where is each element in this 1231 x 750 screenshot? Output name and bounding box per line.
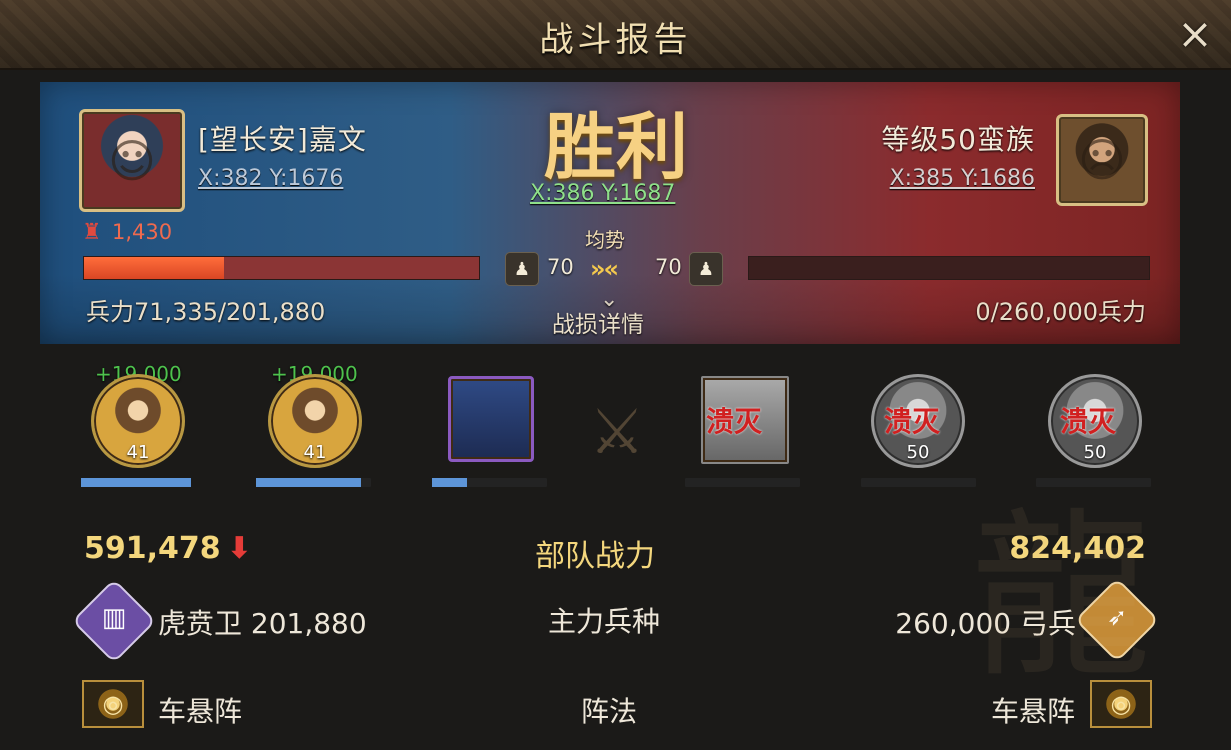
player-unit-value: 70 (547, 255, 574, 279)
player-formation: 车悬阵 (158, 695, 243, 728)
tiger-guard-icon: ▥ (71, 578, 157, 664)
page-title: 战斗报告 (539, 20, 692, 60)
battle-coordinates[interactable]: X:386 Y:1687 (530, 181, 675, 206)
formation-icon-left: ◎ (82, 680, 144, 728)
enemy-name[interactable]: 等级50蛮族 (881, 118, 1035, 158)
chevron-down-icon: ⌄ (600, 287, 619, 312)
player-portrait[interactable]: ☺ (79, 109, 185, 212)
unit-bar-3 (432, 478, 547, 487)
unit-bar-1 (81, 478, 191, 487)
unit-bar-1-fill (81, 478, 191, 487)
enemy-troop-bar (748, 256, 1150, 280)
battle-details-link[interactable]: ⌄ 战损详情 (552, 287, 644, 339)
close-icon[interactable]: × (1173, 12, 1217, 56)
dragon-decoration-icon: 龍 (971, 493, 1152, 702)
tiger-guard-symbol-icon: ▥ (101, 603, 127, 634)
unit-bar-3-fill (432, 478, 467, 487)
player-face-icon: ☺ (108, 133, 156, 188)
unit-bar-2 (256, 478, 371, 487)
player-coordinates[interactable]: X:382 Y:1676 (198, 166, 343, 191)
player-power: 591,478 ⬇ (84, 531, 252, 566)
battle-details-label: 战损详情 (552, 312, 644, 338)
enemy-unit-value: 70 (655, 255, 682, 279)
unit-bar-5 (861, 478, 976, 487)
power-label: 部队战力 (535, 539, 655, 574)
trend-arrows-icon: »« (590, 255, 619, 283)
player-troops: 兵力71,335/201,880 (86, 298, 326, 326)
battle-trend: 均势 (585, 228, 625, 252)
hero-unit-2[interactable]: 41 (268, 374, 362, 468)
crossed-swords-icon: ⚔ (589, 394, 645, 468)
enemy-unit-icon: ♟ (689, 252, 723, 286)
soldier-loss-icon: ♜ (82, 220, 102, 245)
enemy-unit-2-ko: 溃灭 (884, 405, 941, 438)
unit-bar-2-fill (256, 478, 361, 487)
player-main-troop: 虎贲卫 201,880 (158, 607, 367, 640)
unit-level-2: 41 (303, 442, 327, 463)
enemy-portrait[interactable]: ☹ (1056, 114, 1148, 206)
player-power-value: 591,478 (84, 531, 221, 566)
title-bar: 战斗报告 × (0, 0, 1231, 70)
unit-bar-4 (685, 478, 800, 487)
enemy-face-icon: ☹ (1078, 133, 1126, 187)
main-troop-label: 主力兵种 (548, 605, 661, 638)
enemy-unit-1-ko: 溃灭 (706, 405, 763, 438)
hero-unit-1[interactable]: 41 (91, 374, 185, 468)
victory-title: 胜利 (543, 104, 688, 189)
player-name[interactable]: [望长安]嘉文 (198, 118, 367, 158)
player-unit-icon: ♟ (505, 252, 539, 286)
player-troop-bar (83, 256, 480, 280)
player-losses-value: 1,430 (112, 220, 173, 244)
enemy-unit-3-ko: 溃灭 (1060, 405, 1117, 438)
player-losses: ♜ 1,430 (82, 220, 173, 245)
formation-label: 阵法 (581, 695, 638, 728)
enemy-troops: 0/260,000兵力 (975, 298, 1146, 326)
guard-unit[interactable] (448, 376, 534, 462)
player-troop-bar-fill (84, 257, 224, 279)
down-arrow-icon: ⬇ (226, 531, 252, 566)
unit-level-3: 50 (906, 442, 930, 463)
enemy-coordinates[interactable]: X:385 Y:1686 (890, 166, 1035, 191)
unit-level-1: 41 (126, 442, 150, 463)
